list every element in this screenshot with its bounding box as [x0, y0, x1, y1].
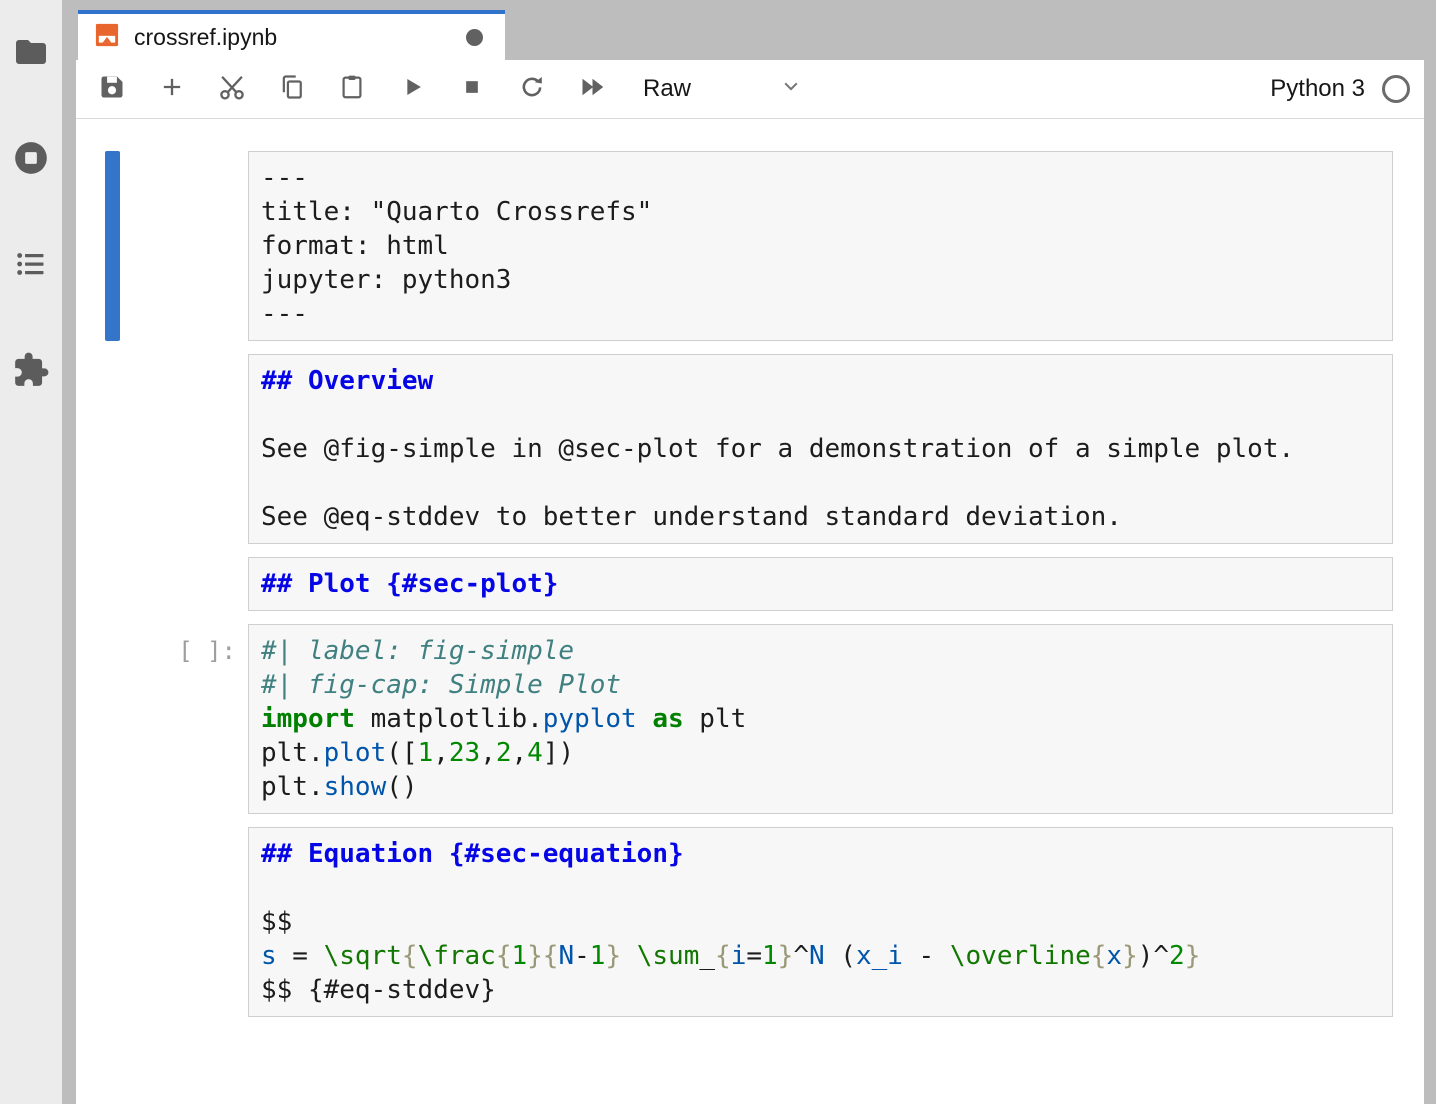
list-icon	[14, 247, 48, 281]
save-icon	[98, 73, 126, 106]
toolbar-run-cell-button[interactable]	[390, 67, 434, 111]
execution-count	[120, 827, 248, 1017]
sidebar-tab-extension-manager[interactable]	[0, 351, 62, 389]
kernel-status-icon	[1382, 75, 1410, 103]
cell-editor[interactable]: ## Equation {#sec-equation}$$s = \sqrt{\…	[248, 827, 1393, 1017]
sidebar-splitter	[62, 0, 76, 1104]
cell-collapser[interactable]	[105, 827, 120, 1017]
toolbar-paste-cell-button[interactable]	[330, 67, 374, 111]
toolbar-insert-cell-button[interactable]	[150, 67, 194, 111]
stop-circle-icon	[12, 139, 50, 177]
cell-markdown: ## OverviewSee @fig-simple in @sec-plot …	[105, 354, 1393, 544]
cell-editor[interactable]: #| label: fig-simple#| fig-cap: Simple P…	[248, 624, 1393, 814]
scissors-icon	[217, 72, 247, 107]
execution-count	[120, 557, 248, 611]
plus-icon	[158, 73, 186, 106]
execution-count: [ ]:	[120, 624, 248, 814]
folder-icon	[13, 34, 49, 70]
cell-collapser[interactable]	[105, 151, 120, 341]
chevron-down-icon	[779, 74, 803, 105]
notebook-cells: ---title: "Quarto Crossrefs"format: html…	[76, 119, 1424, 1017]
sidebar-tab-running-sessions[interactable]	[0, 139, 62, 177]
clipboard-icon	[338, 73, 366, 106]
cell-editor[interactable]: ---title: "Quarto Crossrefs"format: html…	[248, 151, 1393, 341]
toolbar-restart-kernel-button[interactable]	[510, 67, 554, 111]
play-icon	[398, 73, 426, 106]
cell-code: [ ]:#| label: fig-simple#| fig-cap: Simp…	[105, 624, 1393, 814]
tab-crossref-ipynb[interactable]: crossref.ipynb	[78, 10, 505, 60]
execution-count	[120, 151, 248, 341]
sidebar-tab-table-of-contents[interactable]	[0, 247, 62, 281]
unsaved-changes-indicator	[466, 29, 483, 46]
sidebar-tab-file-browser[interactable]	[0, 34, 62, 70]
cell-raw: ---title: "Quarto Crossrefs"format: html…	[105, 151, 1393, 341]
toolbar-restart-run-all-button[interactable]	[570, 67, 614, 111]
cell-collapser[interactable]	[105, 557, 120, 611]
restart-icon	[518, 73, 546, 106]
cell-editor[interactable]: ## Plot {#sec-plot}	[248, 557, 1393, 611]
tab-title: crossref.ipynb	[134, 24, 277, 51]
toolbar-copy-cell-button[interactable]	[270, 67, 314, 111]
main-area: crossref.ipynb Raw Python 3 ---title: "Q…	[76, 0, 1424, 1104]
toolbar-cut-cell-button[interactable]	[210, 67, 254, 111]
cell-type-value: Raw	[643, 75, 691, 103]
puzzle-icon	[12, 351, 50, 389]
cell-collapser[interactable]	[105, 624, 120, 814]
tab-bar: crossref.ipynb	[76, 0, 1424, 60]
kernel-name[interactable]: Python 3	[1270, 75, 1365, 103]
toolbar-buttons	[90, 67, 630, 111]
fast-forward-icon	[577, 72, 607, 107]
stop-icon	[458, 73, 486, 106]
cell-collapser[interactable]	[105, 354, 120, 544]
cell-markdown: ## Equation {#sec-equation}$$s = \sqrt{\…	[105, 827, 1393, 1017]
cell-markdown: ## Plot {#sec-plot}	[105, 557, 1393, 611]
execution-count	[120, 354, 248, 544]
cell-editor[interactable]: ## OverviewSee @fig-simple in @sec-plot …	[248, 354, 1393, 544]
notebook-file-icon	[93, 21, 121, 54]
cell-type-dropdown[interactable]: Raw	[643, 74, 803, 105]
notebook-toolbar: Raw Python 3	[76, 60, 1424, 119]
activity-bar	[0, 0, 62, 1104]
right-edge-strip	[1424, 0, 1436, 1104]
toolbar-save-button[interactable]	[90, 67, 134, 111]
copy-icon	[278, 73, 306, 106]
toolbar-interrupt-kernel-button[interactable]	[450, 67, 494, 111]
